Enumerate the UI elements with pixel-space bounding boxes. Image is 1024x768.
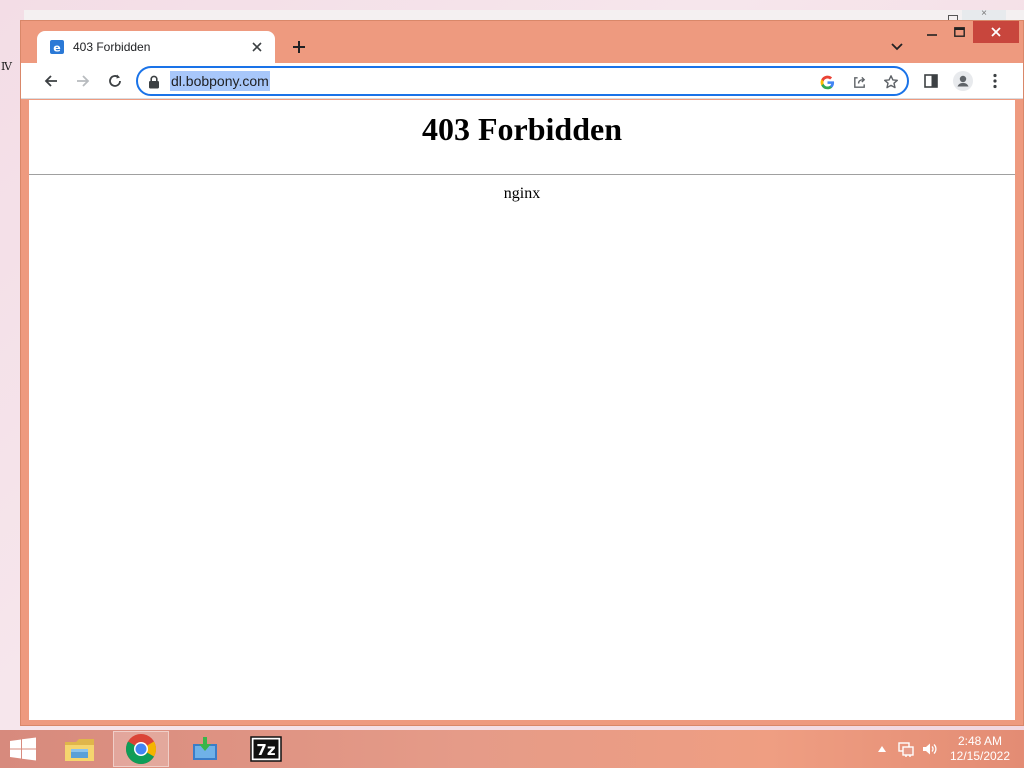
background-window: × [24, 9, 1024, 20]
windows-logo-icon [10, 737, 36, 761]
browser-window: e 403 Forbidden dl.bobpony.com 403 Forbi… [20, 20, 1024, 726]
more-vertical-icon [993, 73, 997, 89]
google-g-icon [820, 75, 834, 89]
tab-title: 403 Forbidden [73, 40, 151, 54]
plus-icon [293, 41, 305, 53]
star-icon [884, 75, 898, 89]
share-icon [853, 76, 865, 88]
volume-tray-button[interactable] [921, 740, 939, 758]
taskbar-app-downloader[interactable] [177, 731, 233, 767]
window-maximize-button[interactable] [946, 21, 972, 43]
tab-search-button[interactable] [885, 35, 909, 59]
back-button[interactable] [37, 67, 65, 95]
page-favicon-icon: e [50, 40, 64, 55]
start-button[interactable] [8, 737, 38, 761]
server-signature: nginx [503, 185, 541, 202]
chevron-up-icon [878, 746, 886, 752]
profile-button[interactable] [949, 67, 977, 95]
new-tab-button[interactable] [287, 35, 311, 59]
address-bar[interactable]: dl.bobpony.com [136, 66, 909, 96]
chrome-icon [125, 734, 157, 764]
clock-date: 12/15/2022 [949, 749, 1011, 763]
taskbar-clock[interactable]: 2:48 AM 12/15/2022 [944, 734, 1016, 764]
chevron-down-icon [891, 43, 903, 51]
profile-avatar-icon [953, 71, 973, 91]
divider [29, 174, 1015, 175]
taskbar-app-chrome[interactable] [113, 731, 169, 767]
download-app-icon [193, 737, 217, 760]
svg-text:e: e [53, 42, 60, 55]
window-minimize-button[interactable] [919, 21, 945, 43]
minimize-icon [927, 34, 937, 36]
7zip-icon: 7z [250, 736, 282, 762]
clock-time: 2:48 AM [957, 734, 1003, 748]
bookmark-button[interactable] [879, 70, 903, 94]
file-explorer-icon [65, 739, 94, 761]
arrow-right-icon [77, 75, 90, 87]
browser-toolbar: dl.bobpony.com [21, 63, 1023, 99]
tab-strip: e 403 Forbidden [21, 21, 1023, 63]
url-input[interactable]: dl.bobpony.com [170, 71, 270, 91]
window-close-button[interactable] [973, 21, 1019, 43]
network-icon [898, 742, 914, 757]
taskbar-app-7zip[interactable]: 7z [238, 731, 294, 767]
tab-close-icon[interactable] [245, 35, 269, 59]
lock-icon[interactable] [148, 75, 160, 89]
close-icon: × [962, 9, 1006, 20]
desktop-edge-glyph: Ⅳ [1, 60, 12, 73]
page-content: 403 Forbidden nginx [29, 100, 1015, 720]
side-panel-button[interactable] [917, 67, 945, 95]
taskbar: 7z 2:48 AM 12/15/2022 [0, 730, 1024, 768]
reload-icon [109, 74, 121, 87]
speaker-icon [923, 743, 937, 755]
share-button[interactable] [847, 70, 871, 94]
page-heading: 403 Forbidden [421, 111, 623, 147]
tab-active[interactable]: e 403 Forbidden [37, 31, 275, 63]
reload-button[interactable] [101, 67, 129, 95]
side-panel-icon [924, 74, 938, 88]
svg-text:7z: 7z [256, 741, 275, 759]
forward-button[interactable] [69, 67, 97, 95]
maximize-icon [953, 27, 965, 37]
taskbar-app-file-explorer[interactable] [52, 731, 108, 767]
close-icon [991, 27, 1001, 37]
google-lens-button[interactable] [815, 70, 839, 94]
chrome-menu-button[interactable] [981, 67, 1009, 95]
arrow-left-icon [44, 75, 57, 87]
show-hidden-icons-button[interactable] [873, 740, 891, 758]
network-tray-button[interactable] [897, 740, 915, 758]
